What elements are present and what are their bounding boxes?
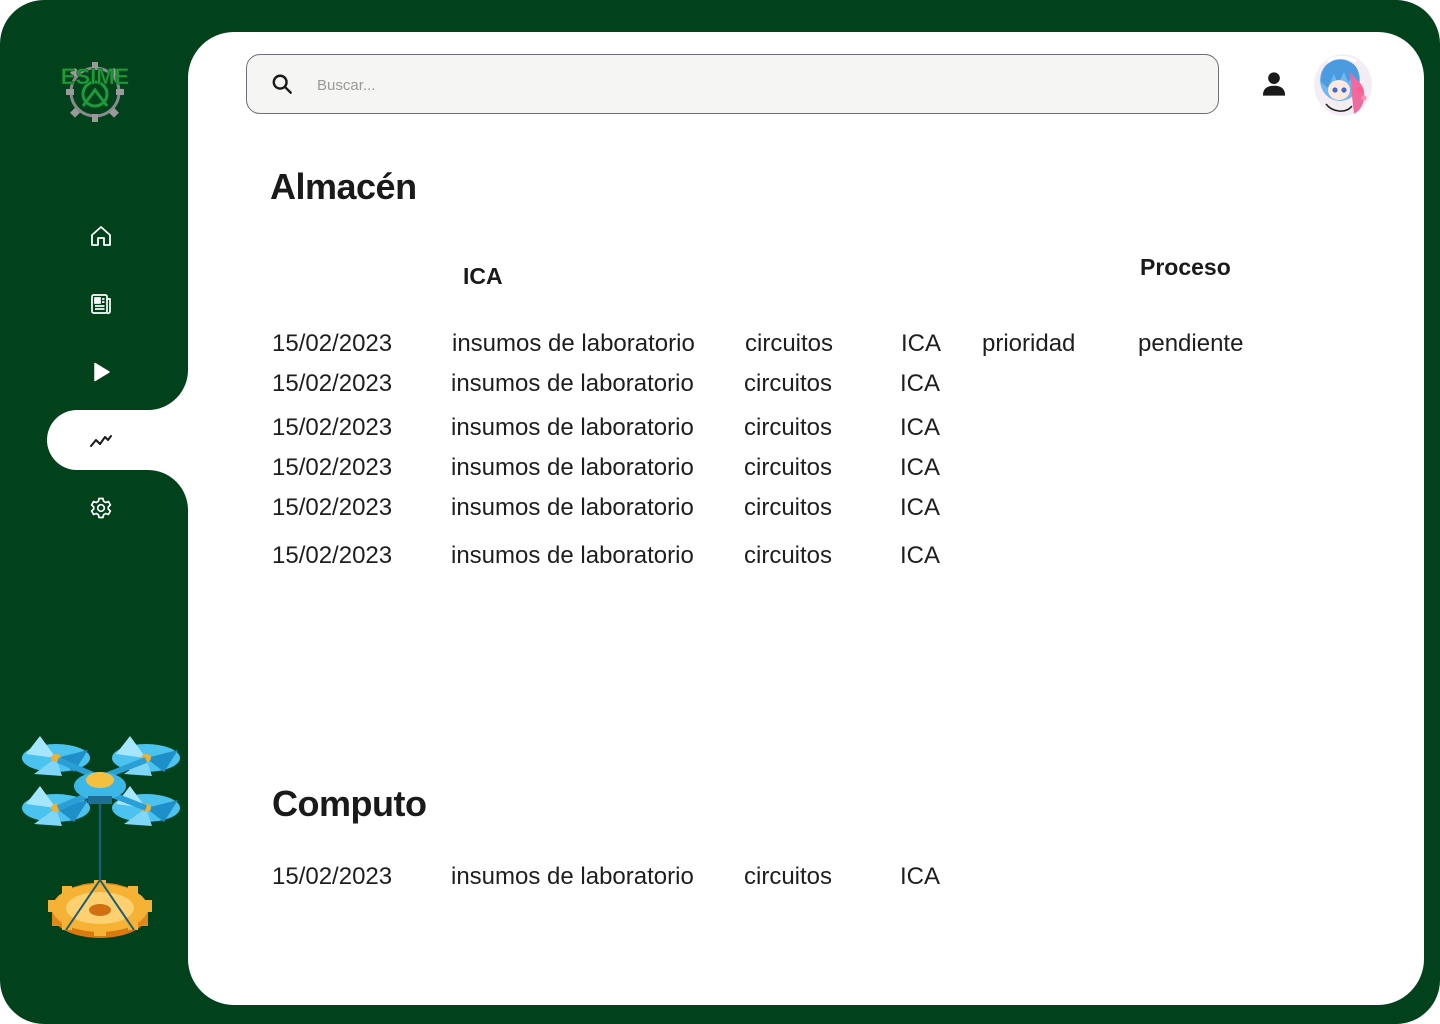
avatar[interactable] (1314, 54, 1372, 116)
cell-date: 15/02/2023 (272, 454, 393, 481)
cell-area: ICA (900, 414, 941, 441)
nav-analytics[interactable] (78, 417, 124, 463)
cell-date: 15/02/2023 (272, 542, 393, 569)
cell-date: 15/02/2023 (272, 370, 393, 397)
cell-area: ICA (900, 863, 941, 890)
cell-description: insumos de laboratorio (451, 863, 694, 890)
cell-category: circuitos (744, 370, 833, 397)
cell-description: insumos de laboratorio (451, 494, 694, 521)
cell-category: circuitos (744, 863, 833, 890)
cell-date: 15/02/2023 (272, 330, 393, 357)
play-icon (94, 362, 110, 382)
table-row[interactable]: 15/02/2023 insumos de laboratorio circui… (272, 414, 1372, 444)
table-row[interactable]: 15/02/2023 insumos de laboratorio circui… (272, 494, 1372, 524)
table-row[interactable]: 15/02/2023 insumos de laboratorio circui… (272, 454, 1372, 484)
cell-date: 15/02/2023 (272, 863, 393, 890)
drone-body (56, 757, 148, 811)
app-frame: ESIME Buscar... Almacén ICA Proceso 15/0… (0, 0, 1440, 1024)
cell-area: ICA (900, 370, 941, 397)
cell-area: ICA (900, 494, 941, 521)
nav-active-indicator (47, 410, 207, 470)
cell-description: insumos de laboratorio (451, 414, 694, 441)
column-header-process: Proceso (1140, 254, 1231, 280)
main-content: Almacén ICA Proceso 15/02/2023 insumos d… (188, 32, 1424, 1005)
search-icon (272, 74, 292, 94)
cell-category: circuitos (744, 494, 833, 521)
search-bar[interactable] (246, 54, 1219, 114)
nav-active-curve-top (148, 370, 188, 410)
nav-settings[interactable] (78, 485, 124, 531)
cell-category: circuitos (744, 542, 833, 569)
column-header-area: ICA (463, 263, 503, 289)
user-icon[interactable] (1260, 70, 1288, 98)
cell-area: ICA (900, 542, 941, 569)
cell-status: pendiente (1138, 330, 1244, 357)
cell-category: circuitos (744, 414, 833, 441)
cell-priority: prioridad (982, 330, 1076, 357)
cell-category: circuitos (745, 330, 834, 357)
gear-icon (90, 497, 112, 519)
home-icon (91, 226, 111, 246)
almacen-title: Almacén (270, 166, 417, 207)
cell-description: insumos de laboratorio (451, 542, 694, 569)
table-row[interactable]: 15/02/2023 insumos de laboratorio circui… (272, 370, 1372, 400)
trend-line-icon (90, 435, 112, 447)
drone-illustration (22, 736, 180, 938)
nav-active-curve-bottom (148, 470, 188, 510)
search-input[interactable] (317, 69, 1177, 101)
cell-area: ICA (900, 454, 941, 481)
nav-documents[interactable] (78, 281, 124, 327)
computo-title: Computo (272, 783, 427, 824)
table-row[interactable]: 15/02/2023 insumos de laboratorio circui… (272, 863, 1372, 893)
cell-description: insumos de laboratorio (451, 454, 694, 481)
document-icon (91, 294, 111, 315)
cell-description: insumos de laboratorio (451, 370, 694, 397)
cell-category: circuitos (744, 454, 833, 481)
table-row[interactable]: 15/02/2023 insumos de laboratorio circui… (272, 330, 1372, 360)
cell-area: ICA (901, 330, 942, 357)
cell-date: 15/02/2023 (272, 414, 393, 441)
cell-description: insumos de laboratorio (452, 330, 695, 357)
cell-date: 15/02/2023 (272, 494, 393, 521)
table-row[interactable]: 15/02/2023 insumos de laboratorio circui… (272, 542, 1372, 572)
logo-text: ESIME (61, 64, 129, 89)
esime-logo: ESIME (60, 62, 130, 122)
nav-home[interactable] (78, 213, 124, 259)
nav-play[interactable] (78, 349, 124, 395)
gear-cargo (48, 879, 152, 938)
